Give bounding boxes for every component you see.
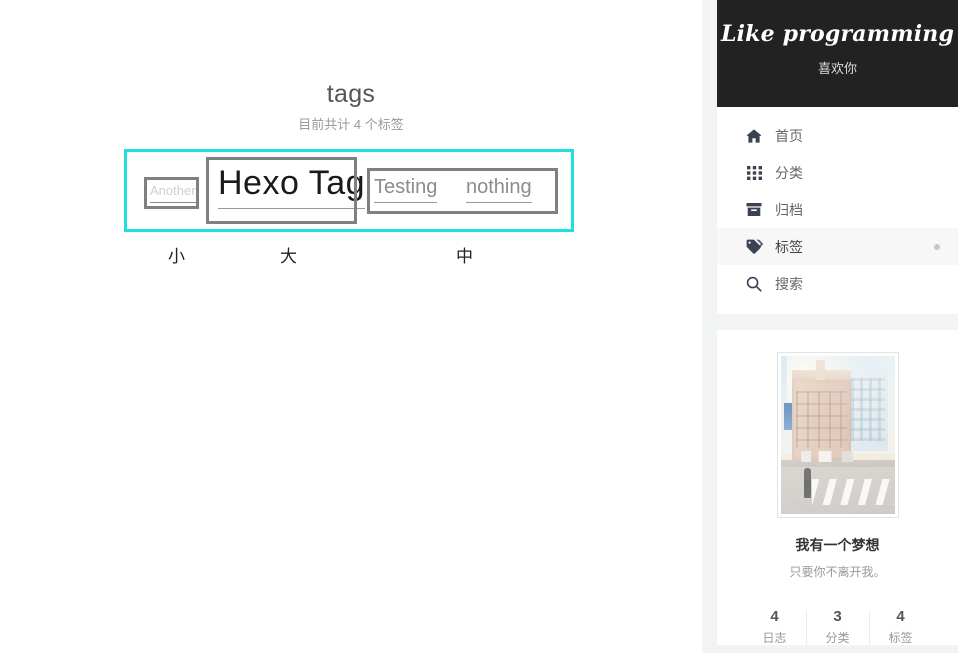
tag-icon [745, 238, 763, 256]
page-title: tags [326, 80, 376, 108]
page-root: tags 目前共计 4 个标签 Another Hexo Tag Testing… [0, 0, 958, 653]
sidebar-item-search[interactable]: 搜索 [717, 265, 958, 302]
sidebar-item-categories[interactable]: 分类 [717, 154, 958, 191]
profile-name: 我有一个梦想 [795, 537, 880, 553]
stat-label: 分类 [825, 631, 850, 645]
home-icon [745, 127, 763, 145]
sidebar-nav: 首页 分类 归档 标签 搜索 [717, 107, 958, 314]
profile-card: 我有一个梦想 只要你不离开我。 4 日志 3 分类 4 标签 [717, 330, 958, 647]
sidebar-item-label: 搜索 [775, 275, 803, 292]
sidebar-item-label: 归档 [775, 201, 803, 218]
stat-tags[interactable]: 4 标签 [869, 607, 932, 647]
sidebar: Like programming 喜欢你 首页 分类 归档 标签 搜索 我有一个… [717, 0, 958, 653]
size-annotation-medium: 中 [456, 247, 473, 266]
highlight-box-medium-tags [367, 168, 558, 214]
archive-icon [745, 201, 763, 219]
size-annotation-small: 小 [168, 247, 185, 266]
sidebar-item-label: 标签 [775, 238, 803, 255]
stat-count: 4 [896, 608, 905, 625]
sidebar-item-label: 分类 [775, 164, 803, 181]
stat-label: 日志 [762, 631, 787, 645]
sidebar-divider [717, 314, 958, 330]
sidebar-item-home[interactable]: 首页 [717, 117, 958, 154]
stat-count: 3 [833, 608, 842, 625]
stat-label: 标签 [888, 631, 913, 645]
photo-wash-overlay [780, 356, 895, 514]
highlight-box-small-tag [144, 177, 199, 209]
site-brand: Like programming 喜欢你 [717, 0, 958, 107]
site-subtitle: 喜欢你 [817, 61, 857, 76]
size-annotation-large: 大 [280, 247, 297, 266]
sidebar-item-archives[interactable]: 归档 [717, 191, 958, 228]
stat-count: 4 [770, 608, 779, 625]
grid-icon [745, 164, 763, 182]
site-title[interactable]: Like programming [717, 18, 958, 50]
site-stats: 4 日志 3 分类 4 标签 [717, 607, 958, 647]
sidebar-item-dot-badge [934, 243, 940, 250]
page-header: tags 目前共计 4 个标签 [0, 0, 702, 134]
tag-count-subtitle: 目前共计 4 个标签 [298, 117, 404, 132]
sidebar-item-tags[interactable]: 标签 [717, 228, 958, 265]
profile-motto: 只要你不离开我。 [789, 565, 886, 579]
avatar-photo [780, 356, 895, 514]
stat-posts[interactable]: 4 日志 [743, 607, 806, 647]
avatar [776, 352, 899, 518]
search-icon [745, 275, 763, 293]
main-content: tags 目前共计 4 个标签 Another Hexo Tag Testing… [0, 0, 702, 653]
sidebar-item-label: 首页 [775, 127, 803, 144]
stat-categories[interactable]: 3 分类 [806, 607, 869, 647]
highlight-box-large-tag [206, 157, 357, 224]
